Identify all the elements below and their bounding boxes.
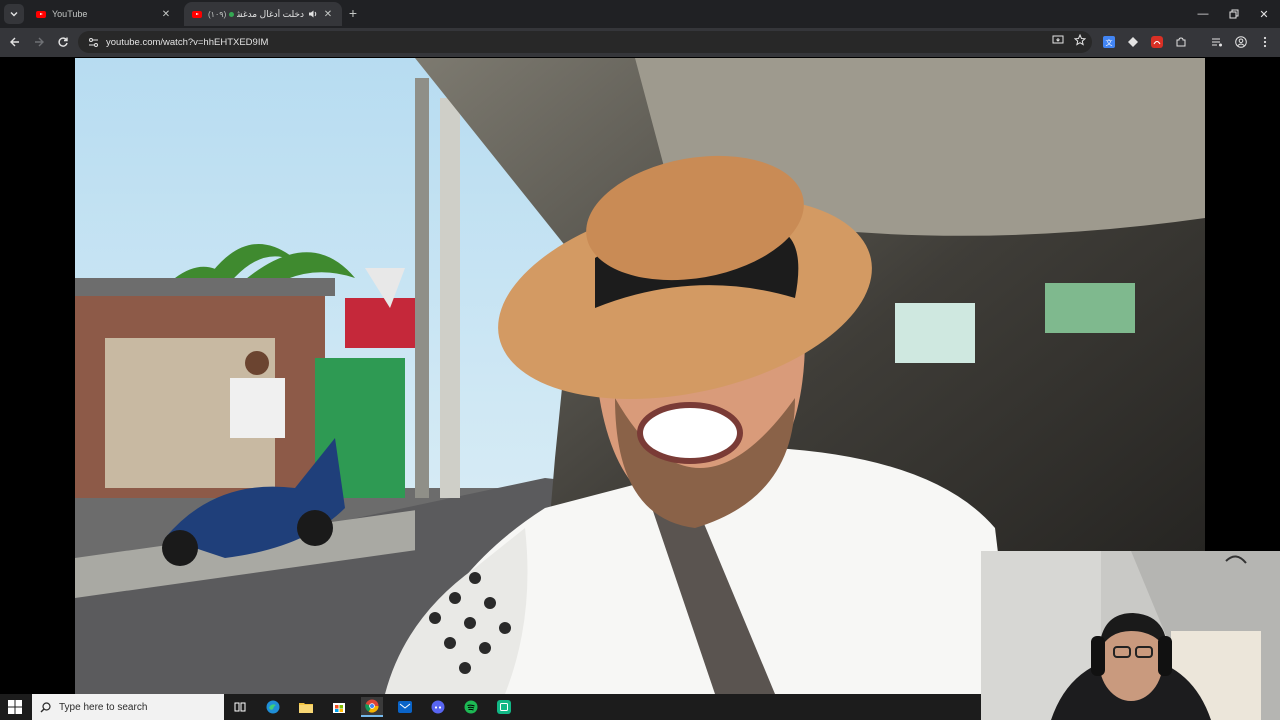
chrome-icon[interactable] — [361, 697, 383, 717]
diamond-extension-icon[interactable] — [1126, 35, 1140, 49]
forward-button[interactable] — [30, 33, 48, 51]
webcam-overlay — [981, 551, 1280, 720]
taskbar-search-box[interactable]: Type here to search — [32, 694, 224, 720]
bookmark-star-icon[interactable] — [1074, 34, 1086, 46]
speaker-icon[interactable] — [308, 9, 318, 19]
new-tab-button[interactable]: + — [345, 5, 361, 21]
install-app-icon[interactable] — [1052, 34, 1064, 46]
pdf-extension-icon[interactable] — [1150, 35, 1164, 49]
translate-extension-icon[interactable]: 文 — [1102, 35, 1116, 49]
windows-taskbar: Type here to search — [0, 694, 981, 720]
file-explorer-icon[interactable] — [295, 697, 317, 717]
profile-avatar-icon[interactable] — [1234, 35, 1248, 49]
recording-indicator-icon — [229, 11, 235, 17]
task-view-icon[interactable] — [229, 697, 251, 717]
address-bar[interactable]: youtube.com/watch?v=hhEHTXED9IM — [78, 31, 1092, 53]
browser-tab-strip: YouTube ✕ (١٠٩) دخلت أدغال مدغشقر ✕ + — … — [0, 0, 1280, 28]
outlook-icon[interactable] — [394, 697, 416, 717]
arrow-right-icon — [35, 37, 44, 47]
minimize-icon[interactable]: — — [1187, 0, 1219, 28]
tab-search-button[interactable] — [4, 4, 24, 24]
discord-icon[interactable] — [427, 697, 449, 717]
tab-video[interactable]: (١٠٩) دخلت أدغال مدغشقر ✕ — [184, 2, 342, 26]
close-window-icon[interactable]: ✕ — [1248, 0, 1280, 28]
chevron-down-icon — [10, 12, 18, 17]
spotify-icon[interactable] — [460, 697, 482, 717]
media-controls-icon[interactable] — [1210, 35, 1224, 49]
restore-icon[interactable] — [1218, 0, 1250, 28]
tab-title: YouTube — [52, 9, 88, 19]
svg-text:文: 文 — [1106, 38, 1113, 47]
clipchamp-icon[interactable] — [493, 697, 515, 717]
url-text: youtube.com/watch?v=hhEHTXED9IM — [106, 36, 269, 48]
youtube-favicon-icon — [192, 10, 202, 18]
site-info-icon[interactable] — [86, 35, 100, 49]
back-button[interactable] — [6, 33, 24, 51]
tab-close-icon[interactable]: ✕ — [322, 9, 334, 20]
tab-close-icon[interactable]: ✕ — [160, 9, 172, 20]
tab-title: دخلت أدغال مدغشقر — [237, 8, 304, 19]
webcam-image — [981, 551, 1280, 720]
reload-button[interactable] — [54, 33, 72, 51]
extensions-puzzle-icon[interactable] — [1174, 35, 1188, 49]
youtube-favicon-icon — [36, 10, 46, 18]
tab-youtube[interactable]: YouTube ✕ — [28, 2, 180, 26]
microsoft-store-icon[interactable] — [328, 697, 350, 717]
windows-start-icon[interactable] — [8, 700, 22, 714]
search-icon — [40, 701, 51, 712]
tab-notification-count: (١٠٩) — [208, 9, 227, 19]
search-placeholder: Type here to search — [59, 701, 148, 713]
edge-icon[interactable] — [262, 697, 284, 717]
reload-icon — [58, 37, 68, 47]
arrow-left-icon — [10, 37, 19, 47]
browser-menu-icon[interactable] — [1258, 35, 1272, 49]
browser-toolbar: youtube.com/watch?v=hhEHTXED9IM 文 — [0, 28, 1280, 57]
